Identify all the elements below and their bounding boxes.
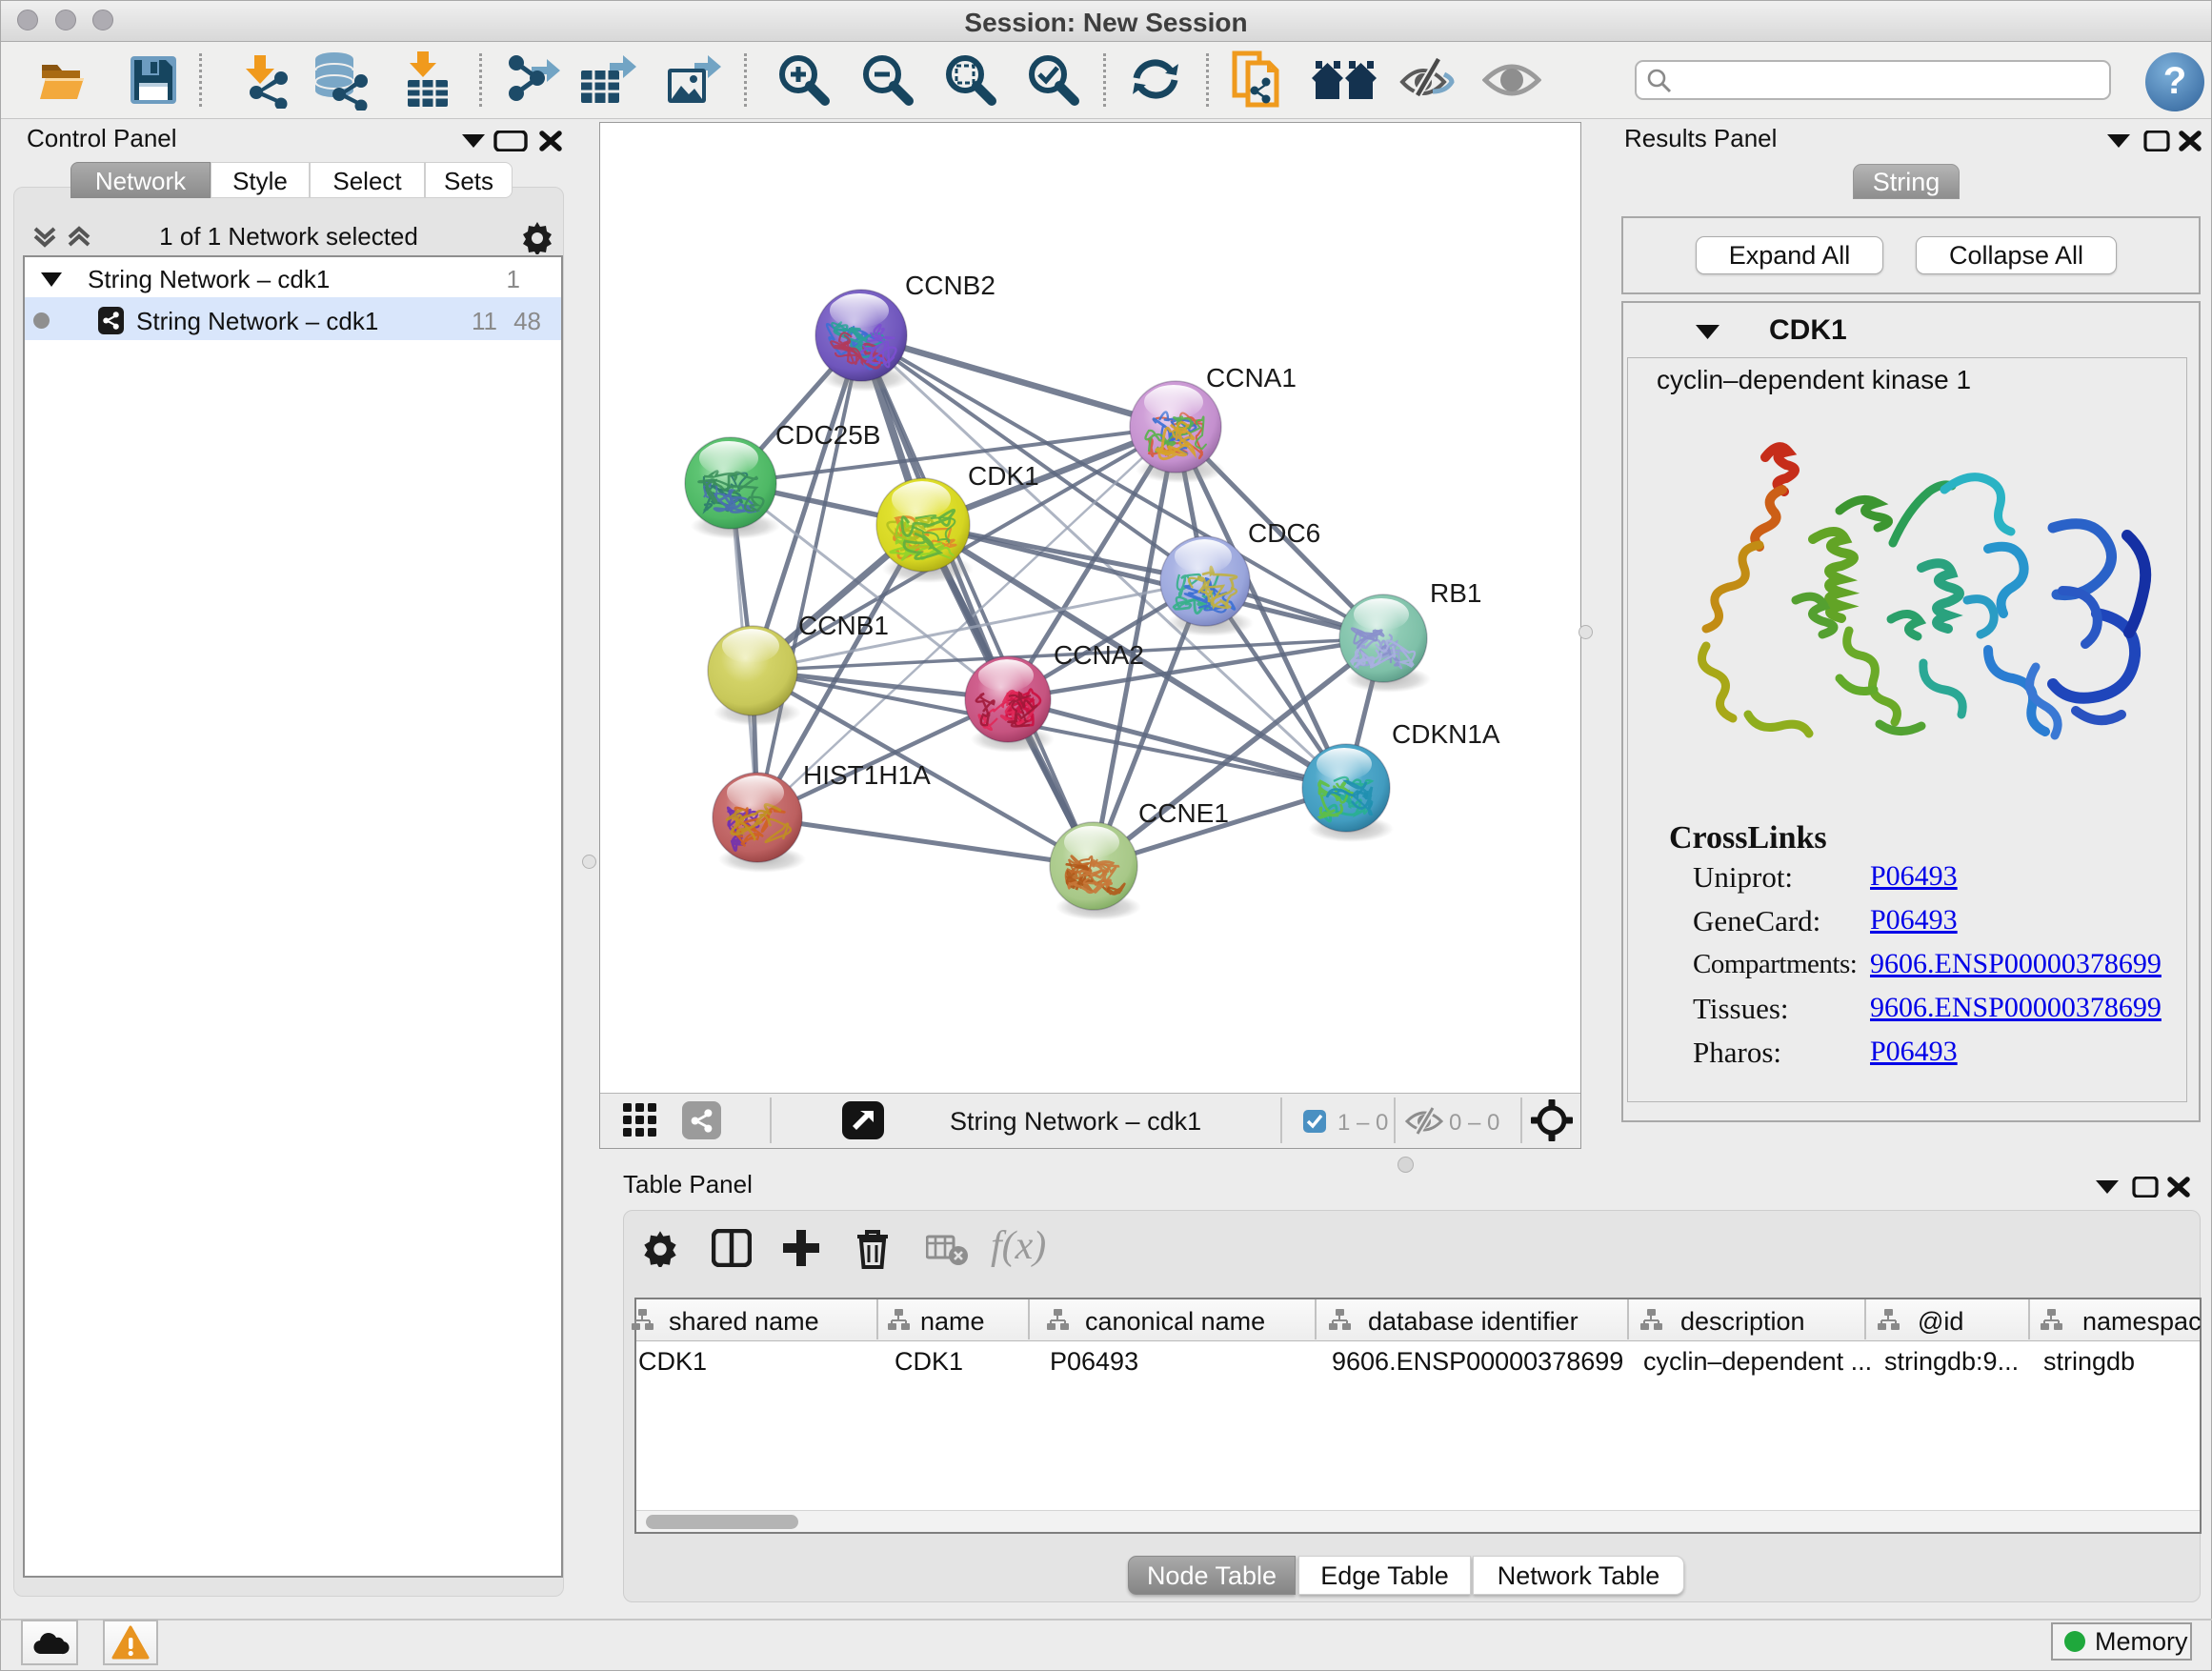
svg-text:CCNB1: CCNB1 xyxy=(798,611,889,640)
svg-text:CDC6: CDC6 xyxy=(1248,518,1320,548)
svg-text:CDKN1A: CDKN1A xyxy=(1392,719,1500,749)
svg-text:CDC25B: CDC25B xyxy=(775,420,880,450)
svg-text:CCNB2: CCNB2 xyxy=(905,271,995,300)
svg-text:CCNE1: CCNE1 xyxy=(1138,798,1229,828)
svg-text:CCNA2: CCNA2 xyxy=(1054,640,1144,670)
svg-text:CCNA1: CCNA1 xyxy=(1206,363,1297,393)
svg-text:HIST1H1A: HIST1H1A xyxy=(803,760,931,790)
svg-text:RB1: RB1 xyxy=(1430,578,1481,608)
svg-text:CDK1: CDK1 xyxy=(968,461,1039,491)
